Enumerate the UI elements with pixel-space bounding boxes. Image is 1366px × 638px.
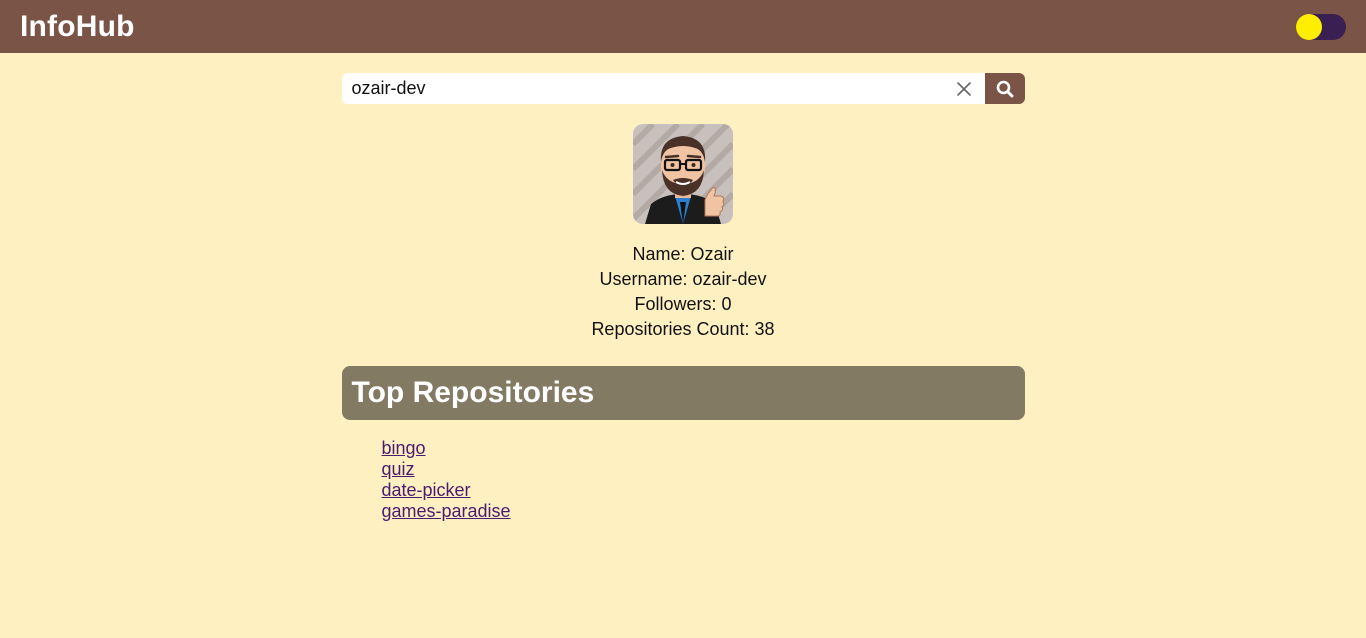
- clear-search-button[interactable]: [953, 78, 975, 100]
- search-icon: [996, 80, 1013, 97]
- profile-name: Name: Ozair: [632, 244, 734, 264]
- repo-link-bingo[interactable]: bingo: [382, 438, 426, 458]
- main-content: Name: Ozair Username: ozair-dev Follower…: [341, 73, 1025, 522]
- theme-toggle-knob: [1296, 13, 1322, 40]
- top-repositories-title: Top Repositories: [351, 376, 595, 409]
- avatar: [633, 124, 733, 224]
- search-input[interactable]: [351, 78, 953, 99]
- repo-link-games-paradise[interactable]: games-paradise: [382, 501, 511, 521]
- theme-toggle[interactable]: [1296, 13, 1346, 40]
- avatar-container: [342, 124, 1025, 224]
- repo-link-quiz[interactable]: quiz: [382, 459, 415, 479]
- profile-repos-count: Repositories Count: 38: [591, 319, 775, 339]
- close-icon: [956, 81, 971, 96]
- repo-link-date-picker[interactable]: date-picker: [382, 480, 471, 500]
- profile-info: Name: Ozair Username: ozair-dev Follower…: [342, 242, 1025, 342]
- search-button[interactable]: [984, 73, 1025, 104]
- search-box: [341, 73, 985, 104]
- list-item: bingo: [382, 438, 1025, 459]
- top-repositories-header: Top Repositories: [341, 366, 1025, 420]
- list-item: date-picker: [382, 480, 1025, 501]
- app-title: InfoHub: [20, 9, 135, 43]
- repo-list: bingo quiz date-picker games-paradise: [342, 438, 1025, 522]
- list-item: games-paradise: [382, 501, 1025, 522]
- profile-followers: Followers: 0: [634, 294, 732, 314]
- profile-username: Username: ozair-dev: [599, 269, 767, 289]
- top-navbar: InfoHub: [0, 0, 1366, 53]
- search-bar: [341, 73, 1025, 104]
- cartoon-avatar-icon: [633, 124, 733, 224]
- list-item: quiz: [382, 459, 1025, 480]
